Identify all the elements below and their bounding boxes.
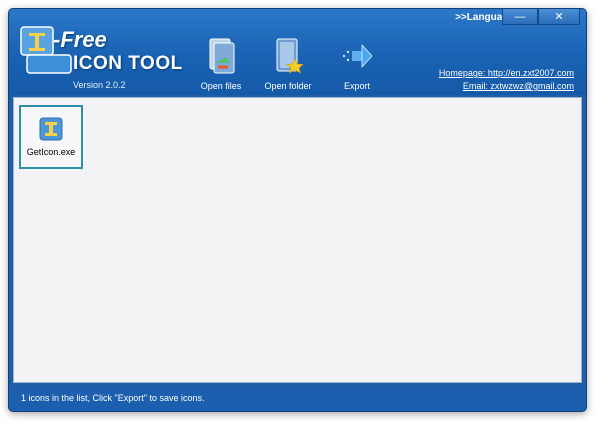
version-label: Version 2.0.2 (73, 80, 126, 90)
brand-title-line2: ICON TOOL (73, 53, 183, 74)
icon-list-item-name: GetIcon.exe (26, 147, 76, 157)
brand-title-line1: -Free (53, 27, 107, 52)
open-files-icon (209, 38, 235, 74)
icon-list-area[interactable]: GetIcon.exe (13, 97, 582, 383)
app-window: >>Language — ✕ -Free ICON TOOL Version 2… (8, 8, 587, 412)
header-bar: >>Language — ✕ -Free ICON TOOL Version 2… (9, 9, 586, 95)
open-folder-label: Open folder (264, 81, 312, 91)
exe-file-icon (39, 117, 63, 141)
status-text: 1 icons in the list, Click "Export" to s… (21, 393, 205, 403)
minimize-icon: — (514, 10, 526, 23)
export-arrow-icon (342, 43, 373, 69)
export-button[interactable]: Export (327, 37, 387, 91)
email-link[interactable]: Email: zxtwzwz@gmail.com (439, 80, 574, 93)
icon-list-item[interactable]: GetIcon.exe (19, 105, 83, 169)
close-icon: ✕ (554, 11, 564, 23)
contact-links: Homepage: http://en.zxt2007.com Email: z… (439, 67, 574, 93)
window-controls: — ✕ (502, 9, 580, 25)
homepage-link[interactable]: Homepage: http://en.zxt2007.com (439, 67, 574, 80)
status-bar: 1 icons in the list, Click "Export" to s… (9, 387, 586, 411)
open-folder-icon (276, 38, 304, 74)
open-folder-button[interactable]: Open folder (258, 37, 318, 91)
close-button[interactable]: ✕ (538, 9, 580, 25)
open-files-button[interactable]: Open files (191, 37, 251, 91)
minimize-button[interactable]: — (502, 9, 538, 25)
export-label: Export (343, 81, 370, 91)
open-files-label: Open files (200, 81, 242, 91)
